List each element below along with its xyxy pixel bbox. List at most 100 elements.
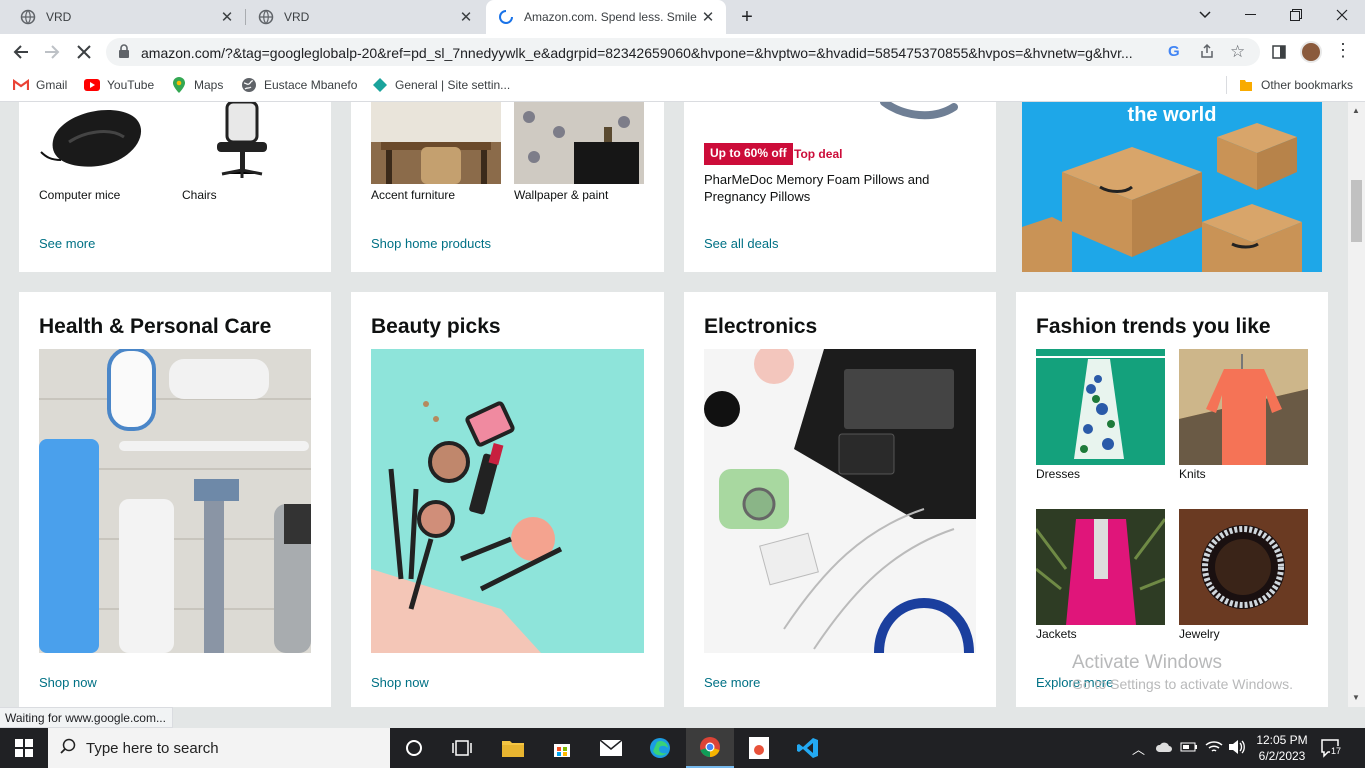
deal-product-title[interactable]: PharMeDoc Memory Foam Pillows and Pregna…	[704, 171, 964, 205]
tab-close-icon[interactable]: ✕	[698, 8, 718, 26]
cortana-icon[interactable]	[390, 728, 438, 768]
bookmarks-bar: Gmail YouTube Maps Eustace Mbanefo Gener…	[0, 70, 1365, 102]
taskbar-search-box[interactable]: Type here to search	[48, 728, 390, 768]
card-title: Fashion trends you like	[1036, 315, 1271, 338]
bookmark-gmail[interactable]: Gmail	[13, 77, 67, 93]
shop-now-link[interactable]: Shop now	[371, 675, 429, 690]
item-caption[interactable]: Jackets	[1036, 627, 1077, 641]
activate-windows-title: Activate Windows	[1072, 652, 1222, 673]
share-icon[interactable]	[1199, 43, 1215, 64]
tab-close-icon[interactable]: ✕	[456, 8, 476, 26]
office-app-icon[interactable]	[735, 728, 783, 768]
forward-arrow-icon[interactable]	[40, 40, 64, 64]
jewelry-image[interactable]	[1179, 509, 1308, 625]
google-lens-icon[interactable]: G	[1168, 43, 1180, 60]
clock-time: 12:05 PM	[1256, 733, 1308, 747]
bookmark-star-icon[interactable]: ☆	[1230, 42, 1245, 62]
bookmark-eustace[interactable]: Eustace Mbanefo	[241, 77, 357, 93]
side-panel-icon[interactable]	[1267, 40, 1291, 64]
show-hidden-icons-chevron-icon[interactable]: ︿	[1132, 739, 1145, 758]
see-all-deals-link[interactable]: See all deals	[704, 236, 778, 251]
profile-avatar[interactable]	[1300, 41, 1322, 63]
other-bookmarks[interactable]: Other bookmarks	[1238, 77, 1353, 93]
item-caption[interactable]: Chairs	[182, 188, 217, 202]
wifi-icon[interactable]	[1205, 739, 1223, 760]
restore-button[interactable]	[1273, 0, 1319, 30]
new-tab-button[interactable]: +	[732, 2, 762, 32]
card-title: Beauty picks	[371, 315, 501, 338]
chrome-taskbar-icon[interactable]	[686, 728, 734, 768]
loading-spinner-icon	[498, 9, 514, 25]
card-title: Electronics	[704, 315, 818, 338]
knits-image[interactable]	[1179, 349, 1308, 465]
lock-icon[interactable]	[118, 44, 130, 64]
see-more-link[interactable]: See more	[39, 236, 95, 251]
edge-icon[interactable]	[636, 728, 684, 768]
scroll-down-icon[interactable]: ▼	[1352, 693, 1360, 702]
scroll-up-icon[interactable]: ▲	[1352, 106, 1360, 115]
tab-vrd-2[interactable]: VRD ✕	[238, 0, 484, 34]
address-bar[interactable]: amazon.com/?&tag=googleglobalp-20&ref=pd…	[106, 38, 1260, 66]
activate-windows-subtitle: Go to Settings to activate Windows.	[1072, 676, 1293, 692]
mail-icon[interactable]	[587, 728, 635, 768]
volume-icon[interactable]	[1228, 739, 1246, 760]
item-caption[interactable]: Computer mice	[39, 188, 120, 202]
cloud-icon[interactable]	[1155, 740, 1173, 759]
clock-date: 6/2/2023	[1258, 749, 1306, 763]
health-care-image[interactable]	[39, 349, 311, 653]
computer-mice-image[interactable]	[39, 102, 169, 184]
bookmark-youtube[interactable]: YouTube	[84, 77, 154, 93]
tab-close-icon[interactable]: ✕	[217, 8, 237, 26]
amazon-page: Computer mice Chairs See more Accent fur…	[0, 102, 1348, 707]
stop-loading-icon[interactable]	[72, 40, 96, 64]
card-deal: Up to 60% off Top deal PharMeDoc Memory …	[684, 102, 996, 272]
bookmark-maps[interactable]: Maps	[171, 77, 223, 93]
wallpaper-paint-image[interactable]	[514, 102, 644, 184]
search-placeholder: Type here to search	[86, 739, 219, 757]
see-more-link[interactable]: See more	[704, 675, 760, 690]
shop-home-link[interactable]: Shop home products	[371, 236, 491, 251]
tab-title: VRD	[46, 10, 72, 24]
item-caption[interactable]: Knits	[1179, 467, 1206, 481]
vscode-icon[interactable]	[784, 728, 832, 768]
chair-image[interactable]	[182, 102, 312, 184]
bookmark-divider	[1226, 76, 1227, 94]
top-deal-label: Top deal	[794, 147, 843, 161]
tab-amazon[interactable]: Amazon.com. Spend less. Smile m ✕	[486, 0, 726, 34]
scrollbar-thumb[interactable]	[1351, 180, 1362, 242]
back-arrow-icon[interactable]	[9, 40, 33, 64]
tab-vrd-1[interactable]: VRD ✕	[0, 0, 245, 34]
system-clock[interactable]: 12:05 PM 6/2/2023	[1253, 732, 1311, 764]
item-caption[interactable]: Wallpaper & paint	[514, 188, 608, 202]
shop-now-link[interactable]: Shop now	[39, 675, 97, 690]
beauty-picks-image[interactable]	[371, 349, 644, 653]
jackets-image[interactable]	[1036, 509, 1165, 625]
more-menu-icon[interactable]: ⋮	[1334, 40, 1352, 61]
card-home: Accent furniture Wallpaper & paint Shop …	[351, 102, 664, 272]
electronics-image[interactable]	[704, 349, 976, 653]
bookmark-label: General | Site settin...	[395, 78, 511, 92]
diamond-icon	[372, 77, 388, 93]
pillow-image[interactable]	[854, 102, 974, 124]
start-button[interactable]	[0, 728, 48, 768]
item-caption[interactable]: Jewelry	[1179, 627, 1220, 641]
minimize-button[interactable]	[1227, 0, 1273, 30]
close-window-button[interactable]	[1319, 0, 1365, 30]
card-beauty: Beauty picks Shop now	[351, 292, 664, 707]
promo-banner[interactable]: the world	[1022, 102, 1322, 272]
deal-badge: Up to 60% off	[704, 143, 793, 165]
dresses-image[interactable]	[1036, 349, 1165, 465]
store-icon[interactable]	[538, 728, 586, 768]
page-scrollbar[interactable]: ▲ ▼	[1348, 102, 1365, 707]
notification-center-icon[interactable]: 17	[1320, 738, 1343, 763]
task-view-icon[interactable]	[438, 728, 486, 768]
file-explorer-icon[interactable]	[489, 728, 537, 768]
accent-furniture-image[interactable]	[371, 102, 501, 184]
item-caption[interactable]: Accent furniture	[371, 188, 455, 202]
tab-search-button[interactable]	[1182, 0, 1228, 30]
battery-icon[interactable]	[1180, 740, 1198, 759]
item-caption[interactable]: Dresses	[1036, 467, 1080, 481]
bookmark-label: Maps	[194, 78, 224, 92]
bookmark-label: Other bookmarks	[1261, 78, 1354, 92]
bookmark-general[interactable]: General | Site settin...	[372, 77, 510, 93]
